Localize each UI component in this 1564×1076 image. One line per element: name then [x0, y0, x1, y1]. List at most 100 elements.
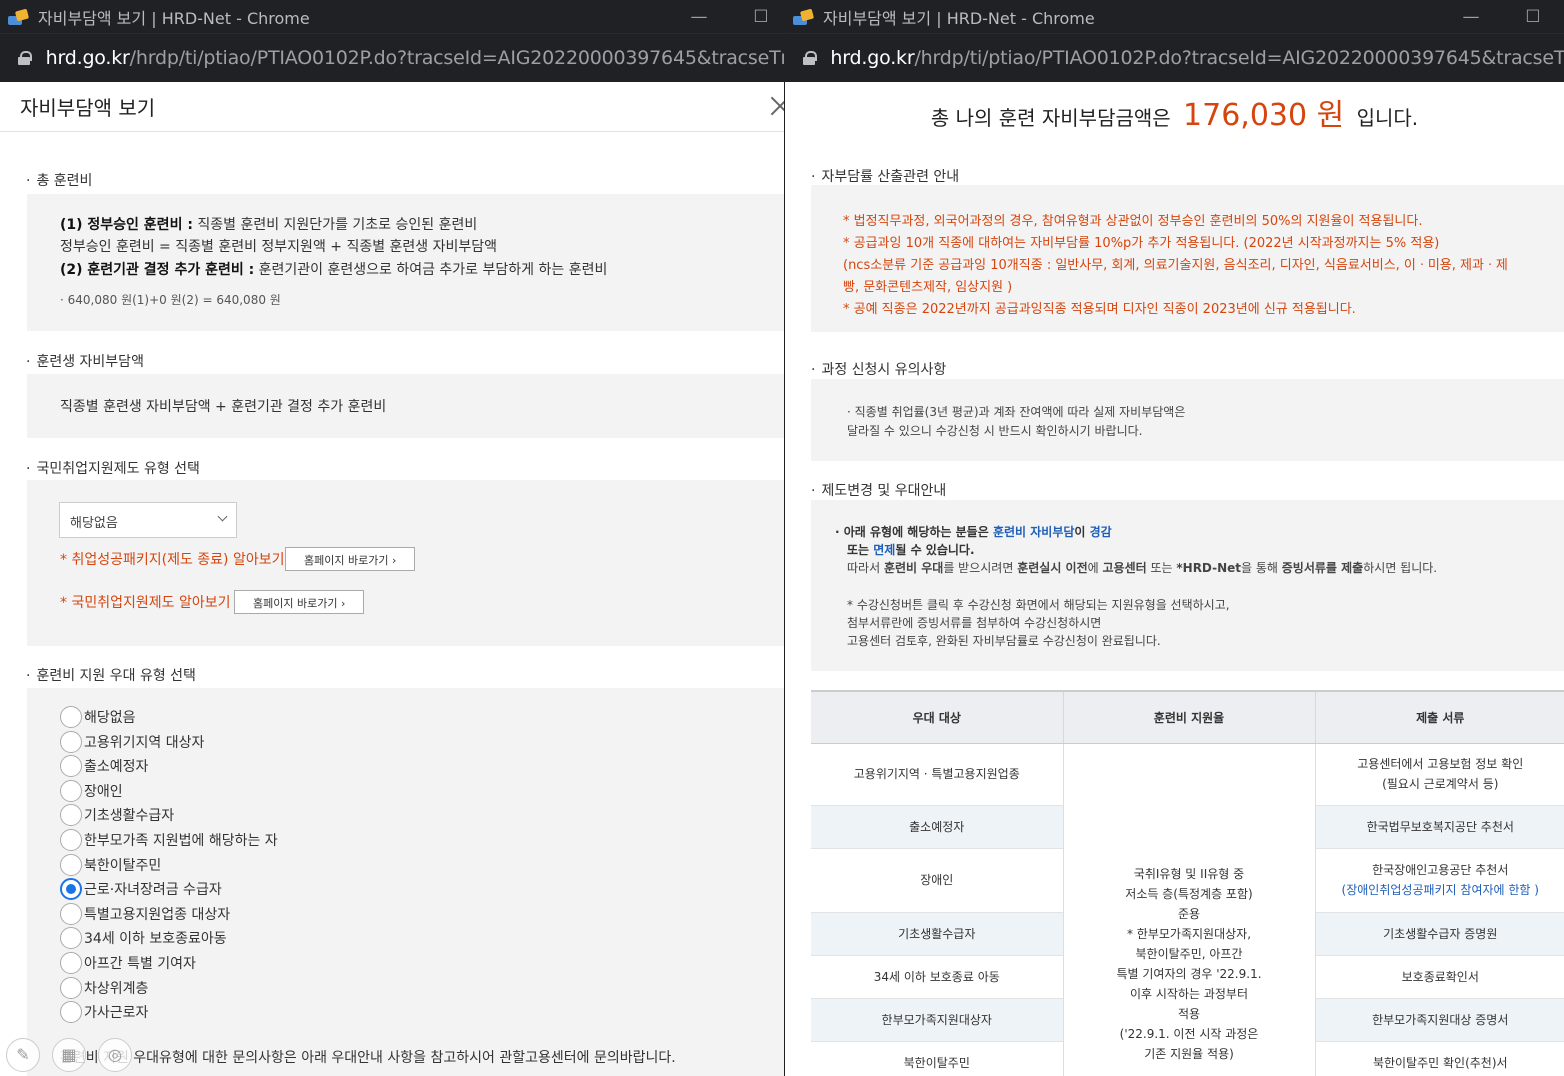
support-rate-line: ('22.9.1. 이전 시작 과정은	[1119, 1026, 1259, 1041]
employment-support-homepage-button[interactable]: 홈페이지 바로가기 ›	[234, 590, 365, 614]
edit-icon[interactable]: ✎	[6, 1038, 40, 1072]
section-title-total-fee: 총 훈련비	[26, 170, 92, 190]
caution-box	[811, 379, 1564, 461]
cell-target: 출소예정자	[811, 805, 1063, 849]
preference-option-label: 고용위기지역 대상자	[84, 734, 205, 751]
radio-button[interactable]	[60, 829, 82, 851]
header-target: 우대 대상	[811, 690, 1063, 744]
preference-option[interactable]: 기초생활수급자	[60, 804, 174, 827]
hrd-net-icon	[793, 8, 815, 26]
support-rate-line: 국취I유형 및 II유형 중	[1133, 866, 1245, 881]
radio-button[interactable]	[60, 779, 82, 802]
preference-option[interactable]: 차상위계층	[60, 976, 149, 999]
preference-option-label: 아프간 특별 기여자	[84, 956, 196, 972]
policy-line-1: · 아래 유형에 해당하는 분들은 훈련비 자비부담이 경감	[835, 525, 1112, 539]
section-title-preference: 훈련비 지원 우대 유형 선택	[26, 665, 195, 685]
result-content: 총 나의 훈련 자비부담금액은 176,030 원 입니다. 자부담률 산출관련…	[785, 82, 1564, 1076]
radio-button[interactable]	[60, 706, 82, 728]
preference-option[interactable]: 출소예정자	[60, 755, 149, 778]
preference-option-label: 해당없음	[84, 710, 136, 726]
radio-button[interactable]	[60, 1001, 82, 1024]
support-rate-line: * 한부모가족지원대상자,	[1126, 926, 1252, 941]
address-bar[interactable]: hrd.go.kr/hrdp/ti/ptiao/PTIAO0102P.do?tr…	[0, 33, 792, 82]
radio-button[interactable]	[60, 902, 82, 925]
support-rate-line: 기존 지원율 적용)	[1144, 1046, 1234, 1061]
rate-line-2: * 공급과잉 10개 직종에 대하여는 자비부담률 10%p가 추가 적용됩니다…	[843, 236, 1440, 251]
support-rate-line: 저소득 층(특정계층 포함)	[1125, 886, 1253, 901]
cell-target: 장애인	[811, 848, 1063, 913]
rate-line-3: (ncs소분류 기준 공급과잉 10개직종 : 일반사무, 회계, 의료기술지원…	[843, 258, 1508, 273]
preference-option-label: 차상위계층	[84, 980, 149, 997]
preference-option[interactable]: 북한이탈주민	[60, 853, 161, 876]
section-title-policy: 제도변경 및 우대안내	[811, 480, 946, 500]
radio-button[interactable]	[60, 755, 82, 778]
modal-header: 자비부담액 보기	[0, 82, 792, 132]
preference-option[interactable]: 근로·자녀장려금 수급자	[60, 878, 222, 901]
header-documents: 제출 서류	[1314, 690, 1564, 744]
preference-option-label: 34세 이하 보호종료아동	[84, 931, 227, 948]
preference-option[interactable]: 해당없음	[60, 706, 136, 728]
cell-target: 기초생활수급자	[811, 912, 1063, 956]
preference-option-label: 장애인	[84, 783, 123, 800]
url-path: /hrdp/ti/ptiao/PTIAO0102P.do?tracseId=AI…	[914, 47, 1564, 69]
preference-option[interactable]: 고용위기지역 대상자	[60, 730, 205, 753]
caution-line-1: · 직종별 취업률(3년 평균)과 계좌 잔여액에 따라 실제 자비부담액은	[847, 405, 1186, 419]
address-bar[interactable]: hrd.go.kr/hrdp/ti/ptiao/PTIAO0102P.do?tr…	[785, 33, 1564, 82]
policy-line-5: 첨부서류란에 증빙서류를 첨부하여 수강신청하시면	[847, 616, 1102, 630]
radio-button[interactable]	[60, 927, 82, 950]
total-share-summary: 총 나의 훈련 자비부담금액은 176,030 원 입니다.	[930, 98, 1419, 133]
success-package-link-label: * 취업성공패키지(제도 종료) 알아보기	[60, 552, 285, 568]
radio-button[interactable]	[60, 804, 82, 827]
radio-button[interactable]	[60, 976, 82, 999]
cell-target: 한부모가족지원대상자	[811, 998, 1063, 1042]
radio-button[interactable]	[60, 730, 82, 753]
minimize-icon[interactable]: —	[1440, 7, 1502, 27]
radio-button[interactable]	[60, 878, 82, 901]
section-title-rate: 자부담률 산출관련 안내	[811, 166, 959, 186]
maximize-icon[interactable]: ☐	[730, 7, 792, 27]
section-title-trainee-share: 훈련생 자비부담액	[26, 351, 144, 371]
minimize-icon[interactable]: —	[668, 7, 730, 27]
preference-option[interactable]: 가사근로자	[60, 1001, 149, 1024]
title-bar: 자비부담액 보기 | HRD-Net - Chrome — ☐	[785, 0, 1564, 33]
cell-documents: 한국장애인고용공단 추천서 (장애인취업성공패키지 참여자에 한함 )	[1314, 848, 1564, 913]
caution-line-2: 달라질 수 있으니 수강신청 시 반드시 확인하시기 바랍니다.	[847, 424, 1143, 438]
grid-icon[interactable]: ▦	[52, 1038, 86, 1072]
preference-option[interactable]: 장애인	[60, 779, 123, 802]
left-browser-window: 자비부담액 보기 | HRD-Net - Chrome — ☐ hrd.go.k…	[0, 0, 792, 1076]
preference-option[interactable]: 아프간 특별 기여자	[60, 952, 196, 974]
preference-option-label: 특별고용지원업종 대상자	[84, 906, 231, 923]
radio-button[interactable]	[60, 853, 82, 876]
trainee-share-formula: 직종별 훈련생 자비부담액 + 훈련기관 결정 추가 훈련비	[60, 399, 387, 415]
settings-icon[interactable]: ◎	[98, 1038, 132, 1072]
support-rate-line: 특별 기여자의 경우 '22.9.1.	[1116, 966, 1262, 981]
preference-option[interactable]: 34세 이하 보호종료아동	[60, 927, 227, 950]
preference-option[interactable]: 특별고용지원업종 대상자	[60, 902, 231, 925]
radio-button[interactable]	[60, 952, 82, 974]
cell-support-rate: 국취I유형 및 II유형 중 저소득 층(특정계층 포함) 준용 * 한부모가족지원대…	[1062, 743, 1315, 1076]
window-title: 자비부담액 보기 | HRD-Net - Chrome	[38, 8, 310, 28]
policy-line-2: 또는 면제될 수 있습니다.	[847, 543, 975, 557]
preference-option-label: 가사근로자	[84, 1005, 149, 1022]
total-fee-calc: · 640,080 원(1)+0 원(2) = 640,080 원	[60, 293, 281, 307]
lock-icon	[803, 51, 818, 65]
url-host: hrd.go.kr	[45, 47, 130, 69]
preference-option-label: 근로·자녀장려금 수급자	[84, 882, 222, 899]
success-package-homepage-button[interactable]: 홈페이지 바로가기 ›	[285, 547, 416, 571]
modal-content: 자비부담액 보기 총 훈련비 (1) 정부승인 훈련비 : 직종별 훈련비 지원…	[0, 82, 792, 1076]
employment-type-select[interactable]: 해당없음	[59, 502, 237, 538]
preference-footer-note: 훈련비 지원 우대유형에 대한 문의사항은 아래 우대안내 사항을 참고하시어 …	[60, 1050, 676, 1066]
title-bar: 자비부담액 보기 | HRD-Net - Chrome — ☐	[0, 0, 792, 33]
employment-support-link-label: * 국민취업지원제도 알아보기	[60, 595, 231, 611]
maximize-icon[interactable]: ☐	[1502, 7, 1564, 27]
preference-option-label: 출소예정자	[84, 759, 149, 776]
policy-line-6: 고용센터 검토후, 완화된 자비부담률로 수강신청이 완료됩니다.	[847, 634, 1161, 648]
url-path: /hrdp/ti/ptiao/PTIAO0102P.do?tracseId=AI…	[129, 47, 792, 69]
table-header-row: 우대 대상 훈련비 지원율 제출 서류	[811, 690, 1564, 744]
section-title-caution: 과정 신청시 유의사항	[811, 359, 946, 379]
total-fee-line2: 정부승인 훈련비 = 직종별 훈련비 정부지원액 + 직종별 훈련생 자비부담액	[60, 239, 498, 255]
chevron-down-icon	[217, 511, 228, 522]
cell-documents: 북한이탈주민 확인(추천)서	[1314, 1041, 1564, 1076]
cell-documents: 한부모가족지원대상 증명서	[1314, 998, 1564, 1042]
preference-option[interactable]: 한부모가족 지원법에 해당하는 자	[60, 829, 278, 851]
